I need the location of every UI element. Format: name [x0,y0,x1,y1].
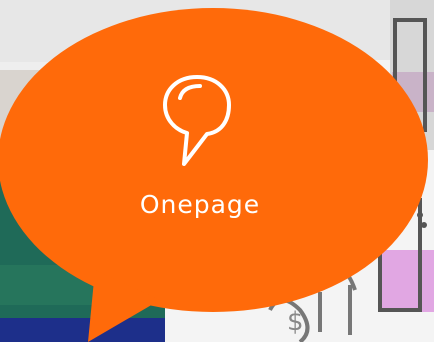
onepage-label: Onepage [139,190,261,219]
speech-bubble-icon [163,75,231,166]
svg-text:$: $ [287,307,304,337]
